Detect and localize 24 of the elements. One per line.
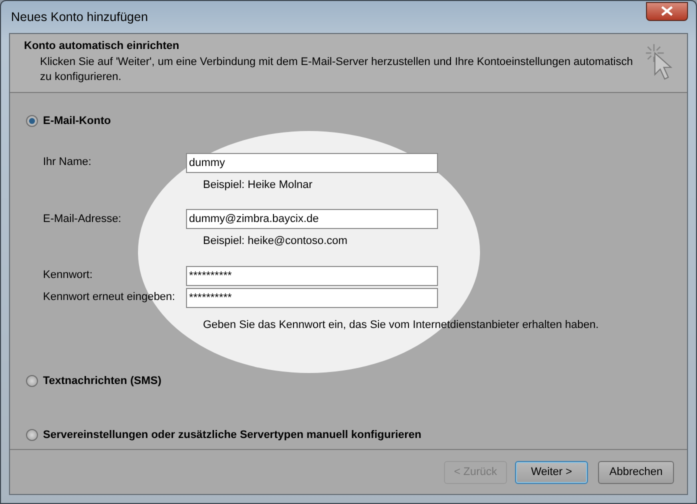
hint-text: Geben Sie das Kennwort ein, das Sie vom Internetdienstanbieter erhalten haben. <box>203 318 599 332</box>
field-label: Ihr Name: <box>43 155 92 170</box>
window-title: Neues Konto hinzufügen <box>11 8 148 26</box>
radio-button[interactable] <box>26 428 38 441</box>
radio-button[interactable] <box>26 115 38 128</box>
header-title: Konto automatisch einrichten <box>24 39 180 54</box>
option-label[interactable]: E-Mail-Konto <box>43 113 111 130</box>
close-button[interactable] <box>646 2 688 20</box>
text-field[interactable]: dummy <box>186 152 438 172</box>
password-field[interactable]: ********** <box>186 266 438 286</box>
close-icon <box>661 6 673 16</box>
radio-button[interactable] <box>26 375 38 388</box>
dialog-button[interactable]: Abbrechen <box>598 460 674 484</box>
password-field[interactable]: ********** <box>186 288 438 308</box>
hint-text: Beispiel: Heike Molnar <box>203 178 312 192</box>
text-field[interactable]: dummy@zimbra.baycix.de <box>186 209 438 229</box>
hint-text: Beispiel: heike@contoso.com <box>203 234 348 249</box>
field-label: E-Mail-Adresse: <box>43 212 122 227</box>
field-label: Kennwort erneut eingeben: <box>43 290 176 306</box>
header-description: Klicken Sie auf 'Weiter', um eine Verbindung mit dem E-Mail-Server herzustellen und Ihre Kontoeinstellungen automatisch zu konfigurieren. <box>40 54 634 84</box>
option-label[interactable]: Servereinstellungen oder zusätzliche Servertypen manuell konfigurieren <box>43 426 422 443</box>
field-label: Kennwort: <box>43 268 94 284</box>
option-label[interactable]: Textnachrichten (SMS) <box>43 373 162 390</box>
dialog-button[interactable]: Weiter > <box>515 460 588 484</box>
